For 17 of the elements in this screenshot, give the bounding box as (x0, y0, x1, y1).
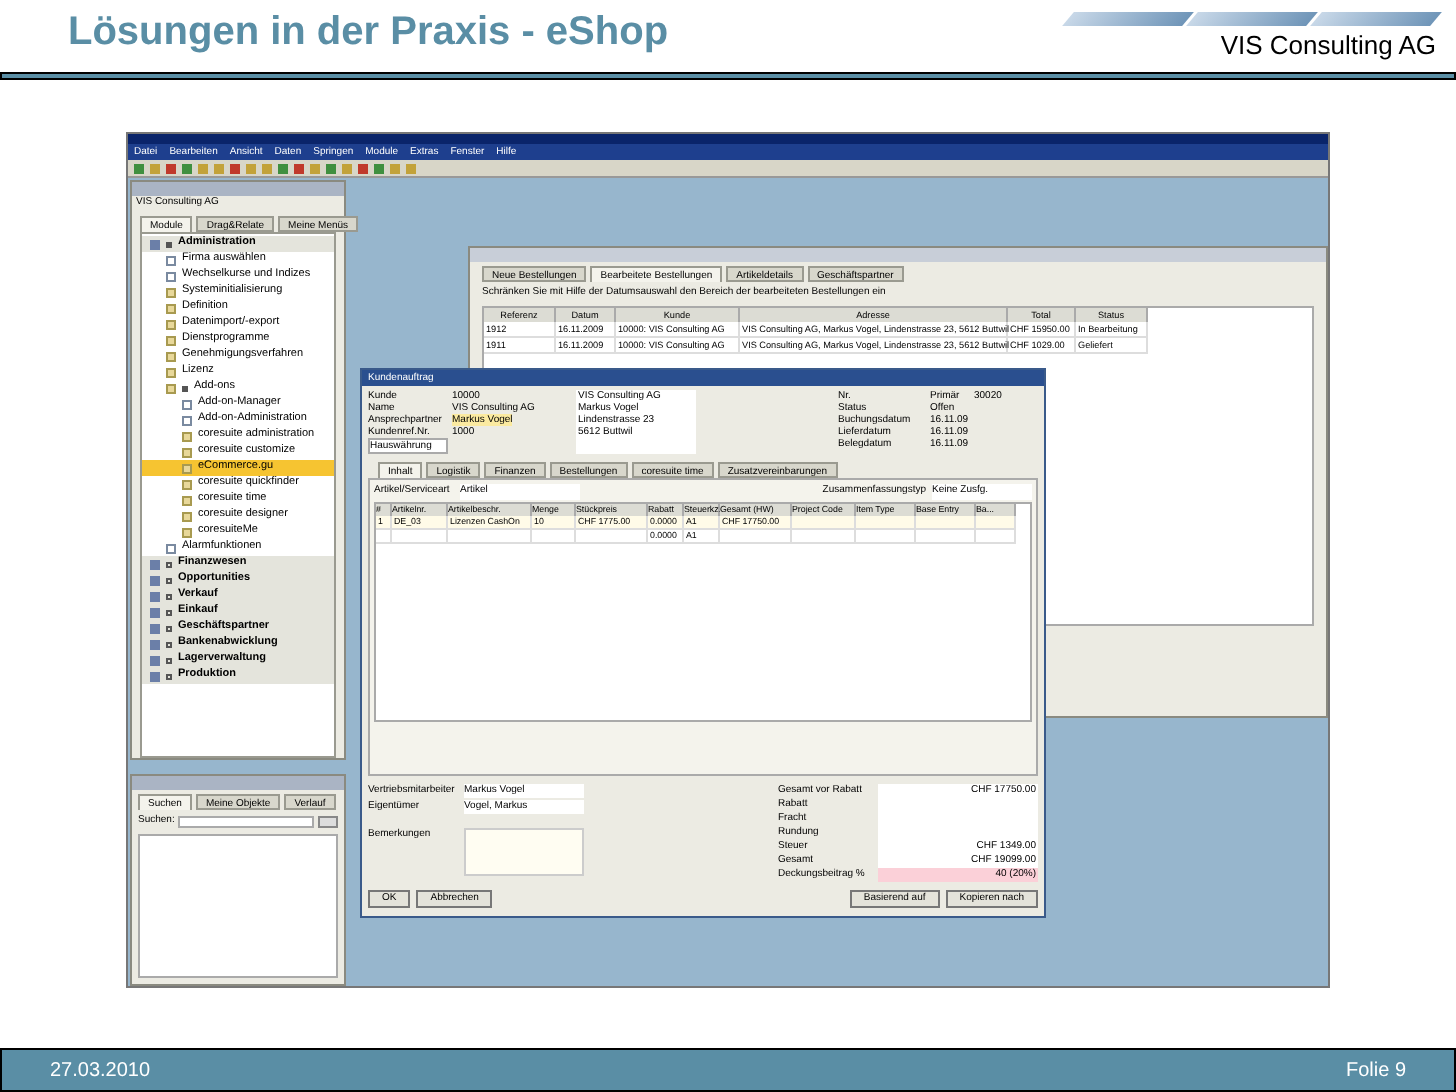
expander-icon[interactable] (166, 241, 172, 247)
expander-icon[interactable] (166, 673, 172, 679)
remarks-field[interactable] (464, 828, 584, 876)
expander-icon[interactable] (166, 593, 172, 599)
expander-icon[interactable] (166, 561, 172, 567)
expander-icon[interactable] (182, 385, 188, 391)
logo-stripes-icon (1068, 12, 1436, 26)
expander-icon[interactable] (166, 657, 172, 663)
company-name: VIS Consulting AG (1220, 28, 1436, 64)
slide-number: Folie 9 (1345, 1057, 1406, 1085)
expander-icon[interactable] (166, 577, 172, 583)
expander-icon[interactable] (166, 641, 172, 647)
expander-icon[interactable] (166, 609, 172, 615)
expander-icon[interactable] (166, 625, 172, 631)
slide-title: Lösungen in der Praxis - eShop (68, 8, 669, 58)
slide-date: 27.03.2010 (50, 1057, 151, 1085)
search-field[interactable] (178, 815, 314, 828)
